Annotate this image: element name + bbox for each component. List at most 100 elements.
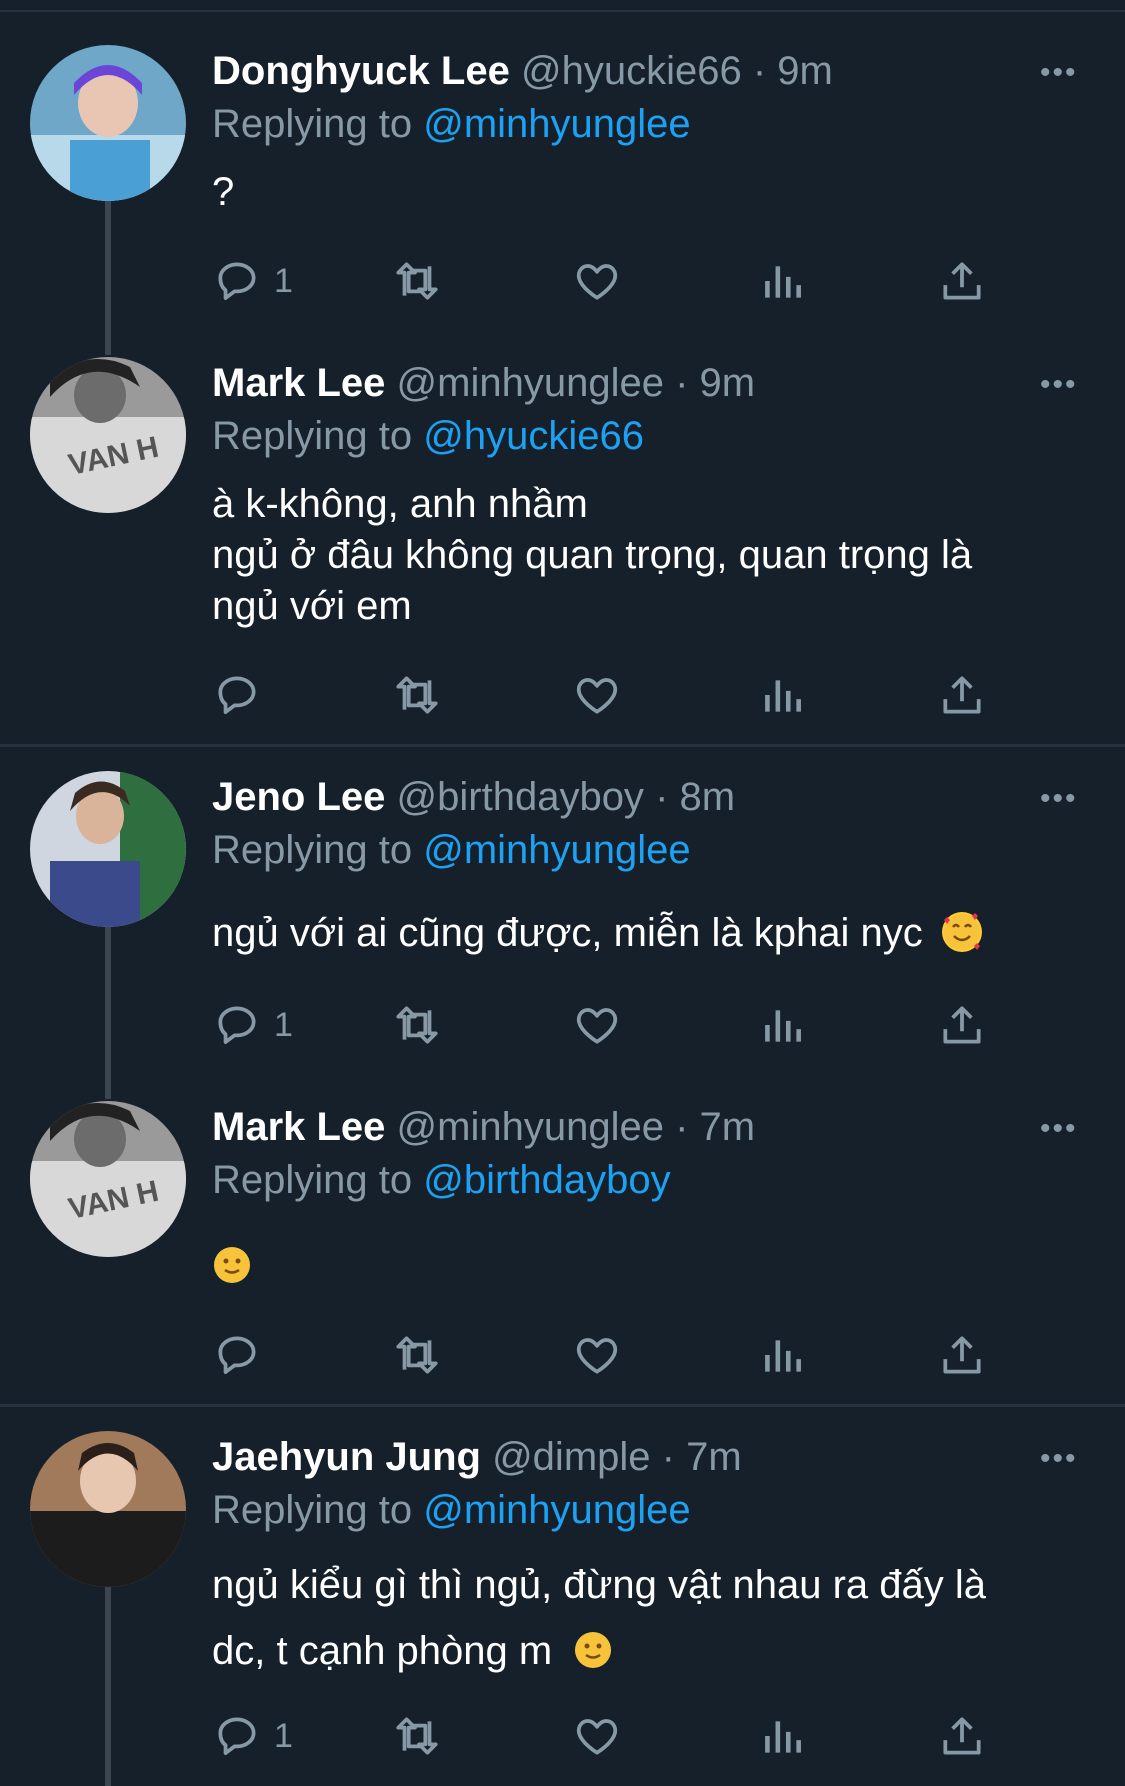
mention-link[interactable]: @minhyunglee: [423, 1488, 690, 1532]
replying-to-label: Replying to: [212, 102, 424, 146]
action-bar: 1: [212, 256, 1012, 306]
separator-dot: ·: [655, 775, 669, 819]
text-line: ngủ kiểu gì thì ngủ, đừng vật nhau ra đấ…: [212, 1563, 986, 1607]
retweet-icon: [396, 676, 438, 714]
reply-button[interactable]: 1: [212, 1711, 293, 1761]
share-icon: [943, 1006, 981, 1044]
reply-icon: [218, 262, 256, 300]
analytics-icon: [765, 1721, 801, 1753]
separator-dot: ·: [675, 1105, 689, 1149]
reply-count: 1: [274, 261, 293, 300]
retweet-button[interactable]: [392, 256, 442, 306]
more-options-button[interactable]: •••: [1040, 1442, 1078, 1476]
avatar[interactable]: [30, 45, 186, 201]
analytics-icon: [765, 1340, 801, 1372]
timestamp[interactable]: 9m: [700, 361, 756, 405]
retweet-icon: [396, 1717, 438, 1755]
tweet-text: à k-không, anh nhầm ngủ ở đâu không quan…: [212, 479, 1092, 632]
like-button[interactable]: [572, 1711, 622, 1761]
tweet-header: Mark Lee @minhyunglee · 9m: [212, 359, 755, 407]
share-button[interactable]: [937, 256, 987, 306]
more-options-button[interactable]: •••: [1040, 368, 1078, 402]
reply-icon: [218, 676, 256, 714]
user-handle[interactable]: @hyuckie66: [521, 49, 742, 93]
tweet-header: Donghyuck Lee @hyuckie66 · 9m: [212, 47, 833, 95]
like-button[interactable]: [572, 670, 622, 720]
analytics-button[interactable]: [757, 670, 807, 720]
reply-count: 1: [274, 1716, 293, 1755]
share-button[interactable]: [937, 1711, 987, 1761]
display-name[interactable]: Mark Lee: [212, 361, 385, 405]
analytics-button[interactable]: [757, 1000, 807, 1050]
thread-line: [105, 1587, 111, 1786]
retweet-button[interactable]: [392, 1711, 442, 1761]
slightly-smiling-face-emoji: [573, 1624, 613, 1668]
replying-to: Replying to @minhyunglee: [212, 1486, 691, 1534]
text-line: ngủ ở đâu không quan trọng, quan trọng l…: [212, 533, 973, 577]
timestamp[interactable]: 7m: [686, 1435, 742, 1479]
timestamp[interactable]: 7m: [700, 1105, 756, 1149]
like-icon: [576, 1719, 618, 1755]
replying-to: Replying to @birthdayboy: [212, 1156, 671, 1204]
reply-button[interactable]: 1: [212, 1000, 293, 1050]
like-button[interactable]: [572, 1330, 622, 1380]
separator-dot: ·: [675, 361, 689, 405]
like-icon: [576, 264, 618, 300]
reply-button[interactable]: 1: [212, 256, 293, 306]
tweet-header: Jeno Lee @birthdayboy · 8m: [212, 773, 735, 821]
analytics-icon: [765, 1010, 801, 1042]
replying-to: Replying to @hyuckie66: [212, 412, 644, 460]
retweet-button[interactable]: [392, 1330, 442, 1380]
share-icon: [943, 1336, 981, 1374]
retweet-icon: [396, 1006, 438, 1044]
display-name[interactable]: Jaehyun Jung: [212, 1435, 481, 1479]
tweet-header: Mark Lee @minhyunglee · 7m: [212, 1103, 755, 1151]
share-icon: [943, 1717, 981, 1755]
user-handle[interactable]: @minhyunglee: [397, 1105, 664, 1149]
thread-line: [105, 927, 111, 1099]
avatar[interactable]: VAN H: [30, 357, 186, 513]
display-name[interactable]: Donghyuck Lee: [212, 49, 510, 93]
user-handle[interactable]: @minhyunglee: [397, 361, 664, 405]
avatar[interactable]: VAN H: [30, 1101, 186, 1257]
avatar[interactable]: [30, 1431, 186, 1587]
text-line: à k-không, anh nhầm: [212, 482, 588, 526]
retweet-icon: [396, 262, 438, 300]
retweet-button[interactable]: [392, 670, 442, 720]
like-button[interactable]: [572, 256, 622, 306]
user-handle[interactable]: @birthdayboy: [397, 775, 644, 819]
analytics-button[interactable]: [757, 256, 807, 306]
reply-button[interactable]: [212, 1330, 274, 1380]
mention-link[interactable]: @minhyunglee: [423, 828, 690, 872]
replying-to: Replying to @minhyunglee: [212, 826, 691, 874]
text-line: ngủ với em: [212, 584, 412, 628]
mention-link[interactable]: @minhyunglee: [423, 102, 690, 146]
share-button[interactable]: [937, 670, 987, 720]
tweet-text: ngủ kiểu gì thì ngủ, đừng vật nhau ra đấ…: [212, 1552, 1092, 1684]
mention-link[interactable]: @birthdayboy: [423, 1158, 670, 1202]
more-options-button[interactable]: •••: [1040, 782, 1078, 816]
tweet-divider: [0, 744, 1125, 747]
share-icon: [943, 676, 981, 714]
display-name[interactable]: Jeno Lee: [212, 775, 385, 819]
analytics-button[interactable]: [757, 1330, 807, 1380]
analytics-button[interactable]: [757, 1711, 807, 1761]
more-options-button[interactable]: •••: [1040, 1112, 1078, 1146]
like-icon: [576, 1338, 618, 1374]
timestamp[interactable]: 9m: [777, 49, 833, 93]
mention-link[interactable]: @hyuckie66: [423, 414, 644, 458]
avatar[interactable]: [30, 771, 186, 927]
like-button[interactable]: [572, 1000, 622, 1050]
separator-dot: ·: [661, 1435, 675, 1479]
slightly-smiling-face-emoji: [212, 1245, 252, 1285]
display-name[interactable]: Mark Lee: [212, 1105, 385, 1149]
share-button[interactable]: [937, 1000, 987, 1050]
user-handle[interactable]: @dimple: [492, 1435, 650, 1479]
timestamp[interactable]: 8m: [680, 775, 736, 819]
replying-to-label: Replying to: [212, 1158, 424, 1202]
share-button[interactable]: [937, 1330, 987, 1380]
reply-button[interactable]: [212, 670, 274, 720]
retweet-button[interactable]: [392, 1000, 442, 1050]
share-icon: [943, 262, 981, 300]
more-options-button[interactable]: •••: [1040, 56, 1078, 90]
